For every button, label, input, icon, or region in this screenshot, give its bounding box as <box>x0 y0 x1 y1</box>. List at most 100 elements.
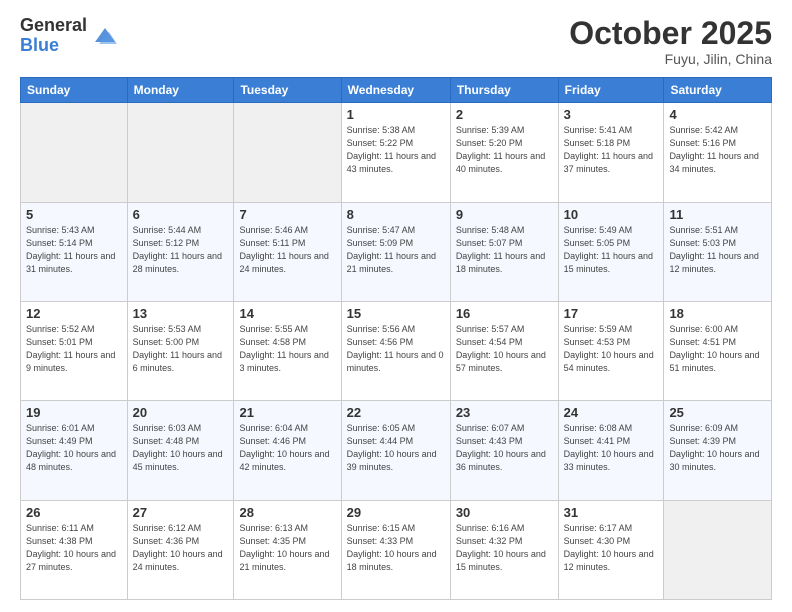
day-info: Sunrise: 5:43 AMSunset: 5:14 PMDaylight:… <box>26 225 115 274</box>
day-info: Sunrise: 6:16 AMSunset: 4:32 PMDaylight:… <box>456 523 546 572</box>
col-tuesday: Tuesday <box>234 78 341 103</box>
day-info: Sunrise: 6:07 AMSunset: 4:43 PMDaylight:… <box>456 423 546 472</box>
col-saturday: Saturday <box>664 78 772 103</box>
calendar-cell: 23Sunrise: 6:07 AMSunset: 4:43 PMDayligh… <box>450 401 558 500</box>
day-number: 16 <box>456 306 553 321</box>
day-info: Sunrise: 6:04 AMSunset: 4:46 PMDaylight:… <box>239 423 329 472</box>
day-info: Sunrise: 5:57 AMSunset: 4:54 PMDaylight:… <box>456 324 546 373</box>
logo-general: General <box>20 16 87 36</box>
day-info: Sunrise: 6:17 AMSunset: 4:30 PMDaylight:… <box>564 523 654 572</box>
day-info: Sunrise: 6:00 AMSunset: 4:51 PMDaylight:… <box>669 324 759 373</box>
calendar-cell: 4Sunrise: 5:42 AMSunset: 5:16 PMDaylight… <box>664 103 772 202</box>
calendar-cell: 29 Sunrise: 6:15 AMSunset: 4:33 PMDayligh… <box>341 500 450 599</box>
day-number: 2 <box>456 107 553 122</box>
calendar-cell: 30 Sunrise: 6:16 AMSunset: 4:32 PMDayligh… <box>450 500 558 599</box>
day-number: 20 <box>133 405 229 420</box>
calendar-cell: 16 Sunrise: 5:57 AMSunset: 4:54 PMDayligh… <box>450 301 558 400</box>
day-number: 21 <box>239 405 335 420</box>
day-number: 1 <box>347 107 445 122</box>
logo-blue: Blue <box>20 36 87 56</box>
day-number: 9 <box>456 207 553 222</box>
calendar-cell: 1 Sunrise: 5:38 AMSunset: 5:22 PMDaylight… <box>341 103 450 202</box>
day-number: 15 <box>347 306 445 321</box>
day-info: Sunrise: 5:55 AMSunset: 4:58 PMDaylight:… <box>239 324 328 373</box>
calendar-cell: 22Sunrise: 6:05 AMSunset: 4:44 PMDayligh… <box>341 401 450 500</box>
day-number: 29 <box>347 505 445 520</box>
calendar-cell: 21 Sunrise: 6:04 AMSunset: 4:46 PMDayligh… <box>234 401 341 500</box>
col-sunday: Sunday <box>21 78 128 103</box>
calendar-cell: 24Sunrise: 6:08 AMSunset: 4:41 PMDayligh… <box>558 401 664 500</box>
calendar-cell: 6Sunrise: 5:44 AMSunset: 5:12 PMDaylight… <box>127 202 234 301</box>
col-wednesday: Wednesday <box>341 78 450 103</box>
day-number: 12 <box>26 306 122 321</box>
calendar-cell: 20 Sunrise: 6:03 AMSunset: 4:48 PMDayligh… <box>127 401 234 500</box>
calendar-page: General Blue October 2025 Fuyu, Jilin, C… <box>0 0 792 612</box>
calendar-week-3: 19Sunrise: 6:01 AMSunset: 4:49 PMDayligh… <box>21 401 772 500</box>
calendar-cell: 2 Sunrise: 5:39 AMSunset: 5:20 PMDaylight… <box>450 103 558 202</box>
day-info: Sunrise: 5:47 AMSunset: 5:09 PMDaylight:… <box>347 225 436 274</box>
calendar-cell: 10 Sunrise: 5:49 AMSunset: 5:05 PMDayligh… <box>558 202 664 301</box>
header-row: Sunday Monday Tuesday Wednesday Thursday… <box>21 78 772 103</box>
day-number: 31 <box>564 505 659 520</box>
calendar-cell: 8 Sunrise: 5:47 AMSunset: 5:09 PMDaylight… <box>341 202 450 301</box>
day-info: Sunrise: 6:09 AMSunset: 4:39 PMDaylight:… <box>669 423 759 472</box>
calendar-cell: 3 Sunrise: 5:41 AMSunset: 5:18 PMDaylight… <box>558 103 664 202</box>
day-number: 28 <box>239 505 335 520</box>
logo-text: General Blue <box>20 16 87 56</box>
calendar-week-0: 1 Sunrise: 5:38 AMSunset: 5:22 PMDaylight… <box>21 103 772 202</box>
calendar-cell: 9 Sunrise: 5:48 AMSunset: 5:07 PMDaylight… <box>450 202 558 301</box>
calendar-week-2: 12Sunrise: 5:52 AMSunset: 5:01 PMDayligh… <box>21 301 772 400</box>
day-number: 30 <box>456 505 553 520</box>
day-number: 8 <box>347 207 445 222</box>
day-info: Sunrise: 5:53 AMSunset: 5:00 PMDaylight:… <box>133 324 222 373</box>
day-info: Sunrise: 5:46 AMSunset: 5:11 PMDaylight:… <box>239 225 328 274</box>
day-info: Sunrise: 5:41 AMSunset: 5:18 PMDaylight:… <box>564 125 653 174</box>
logo-icon <box>91 22 119 50</box>
header: General Blue October 2025 Fuyu, Jilin, C… <box>20 16 772 67</box>
day-info: Sunrise: 5:44 AMSunset: 5:12 PMDaylight:… <box>133 225 222 274</box>
day-info: Sunrise: 5:59 AMSunset: 4:53 PMDaylight:… <box>564 324 654 373</box>
calendar-cell: 14 Sunrise: 5:55 AMSunset: 4:58 PMDayligh… <box>234 301 341 400</box>
day-number: 17 <box>564 306 659 321</box>
calendar-cell: 18Sunrise: 6:00 AMSunset: 4:51 PMDayligh… <box>664 301 772 400</box>
day-info: Sunrise: 6:03 AMSunset: 4:48 PMDaylight:… <box>133 423 223 472</box>
day-info: Sunrise: 6:05 AMSunset: 4:44 PMDaylight:… <box>347 423 437 472</box>
day-info: Sunrise: 5:39 AMSunset: 5:20 PMDaylight:… <box>456 125 545 174</box>
day-number: 10 <box>564 207 659 222</box>
day-info: Sunrise: 5:48 AMSunset: 5:07 PMDaylight:… <box>456 225 545 274</box>
calendar-cell <box>234 103 341 202</box>
day-number: 7 <box>239 207 335 222</box>
calendar-cell: 19Sunrise: 6:01 AMSunset: 4:49 PMDayligh… <box>21 401 128 500</box>
day-number: 19 <box>26 405 122 420</box>
calendar-cell <box>127 103 234 202</box>
calendar-week-1: 5Sunrise: 5:43 AMSunset: 5:14 PMDaylight… <box>21 202 772 301</box>
day-info: Sunrise: 6:13 AMSunset: 4:35 PMDaylight:… <box>239 523 329 572</box>
day-info: Sunrise: 6:15 AMSunset: 4:33 PMDaylight:… <box>347 523 437 572</box>
calendar-cell: 31 Sunrise: 6:17 AMSunset: 4:30 PMDayligh… <box>558 500 664 599</box>
calendar-cell: 5Sunrise: 5:43 AMSunset: 5:14 PMDaylight… <box>21 202 128 301</box>
day-number: 3 <box>564 107 659 122</box>
day-number: 4 <box>669 107 766 122</box>
calendar-cell: 27Sunrise: 6:12 AMSunset: 4:36 PMDayligh… <box>127 500 234 599</box>
day-info: Sunrise: 5:49 AMSunset: 5:05 PMDaylight:… <box>564 225 653 274</box>
calendar-week-4: 26 Sunrise: 6:11 AMSunset: 4:38 PMDayligh… <box>21 500 772 599</box>
col-friday: Friday <box>558 78 664 103</box>
month-title: October 2025 <box>569 16 772 51</box>
col-thursday: Thursday <box>450 78 558 103</box>
day-info: Sunrise: 5:51 AMSunset: 5:03 PMDaylight:… <box>669 225 758 274</box>
day-number: 14 <box>239 306 335 321</box>
day-number: 26 <box>26 505 122 520</box>
day-number: 13 <box>133 306 229 321</box>
day-info: Sunrise: 5:38 AMSunset: 5:22 PMDaylight:… <box>347 125 436 174</box>
logo: General Blue <box>20 16 119 56</box>
day-number: 25 <box>669 405 766 420</box>
location: Fuyu, Jilin, China <box>569 51 772 67</box>
calendar-cell: 12Sunrise: 5:52 AMSunset: 5:01 PMDayligh… <box>21 301 128 400</box>
day-info: Sunrise: 6:12 AMSunset: 4:36 PMDaylight:… <box>133 523 223 572</box>
calendar-cell: 15Sunrise: 5:56 AMSunset: 4:56 PMDayligh… <box>341 301 450 400</box>
day-info: Sunrise: 6:08 AMSunset: 4:41 PMDaylight:… <box>564 423 654 472</box>
calendar-table: Sunday Monday Tuesday Wednesday Thursday… <box>20 77 772 600</box>
day-number: 11 <box>669 207 766 222</box>
day-info: Sunrise: 6:11 AMSunset: 4:38 PMDaylight:… <box>26 523 116 572</box>
calendar-cell: 26 Sunrise: 6:11 AMSunset: 4:38 PMDayligh… <box>21 500 128 599</box>
